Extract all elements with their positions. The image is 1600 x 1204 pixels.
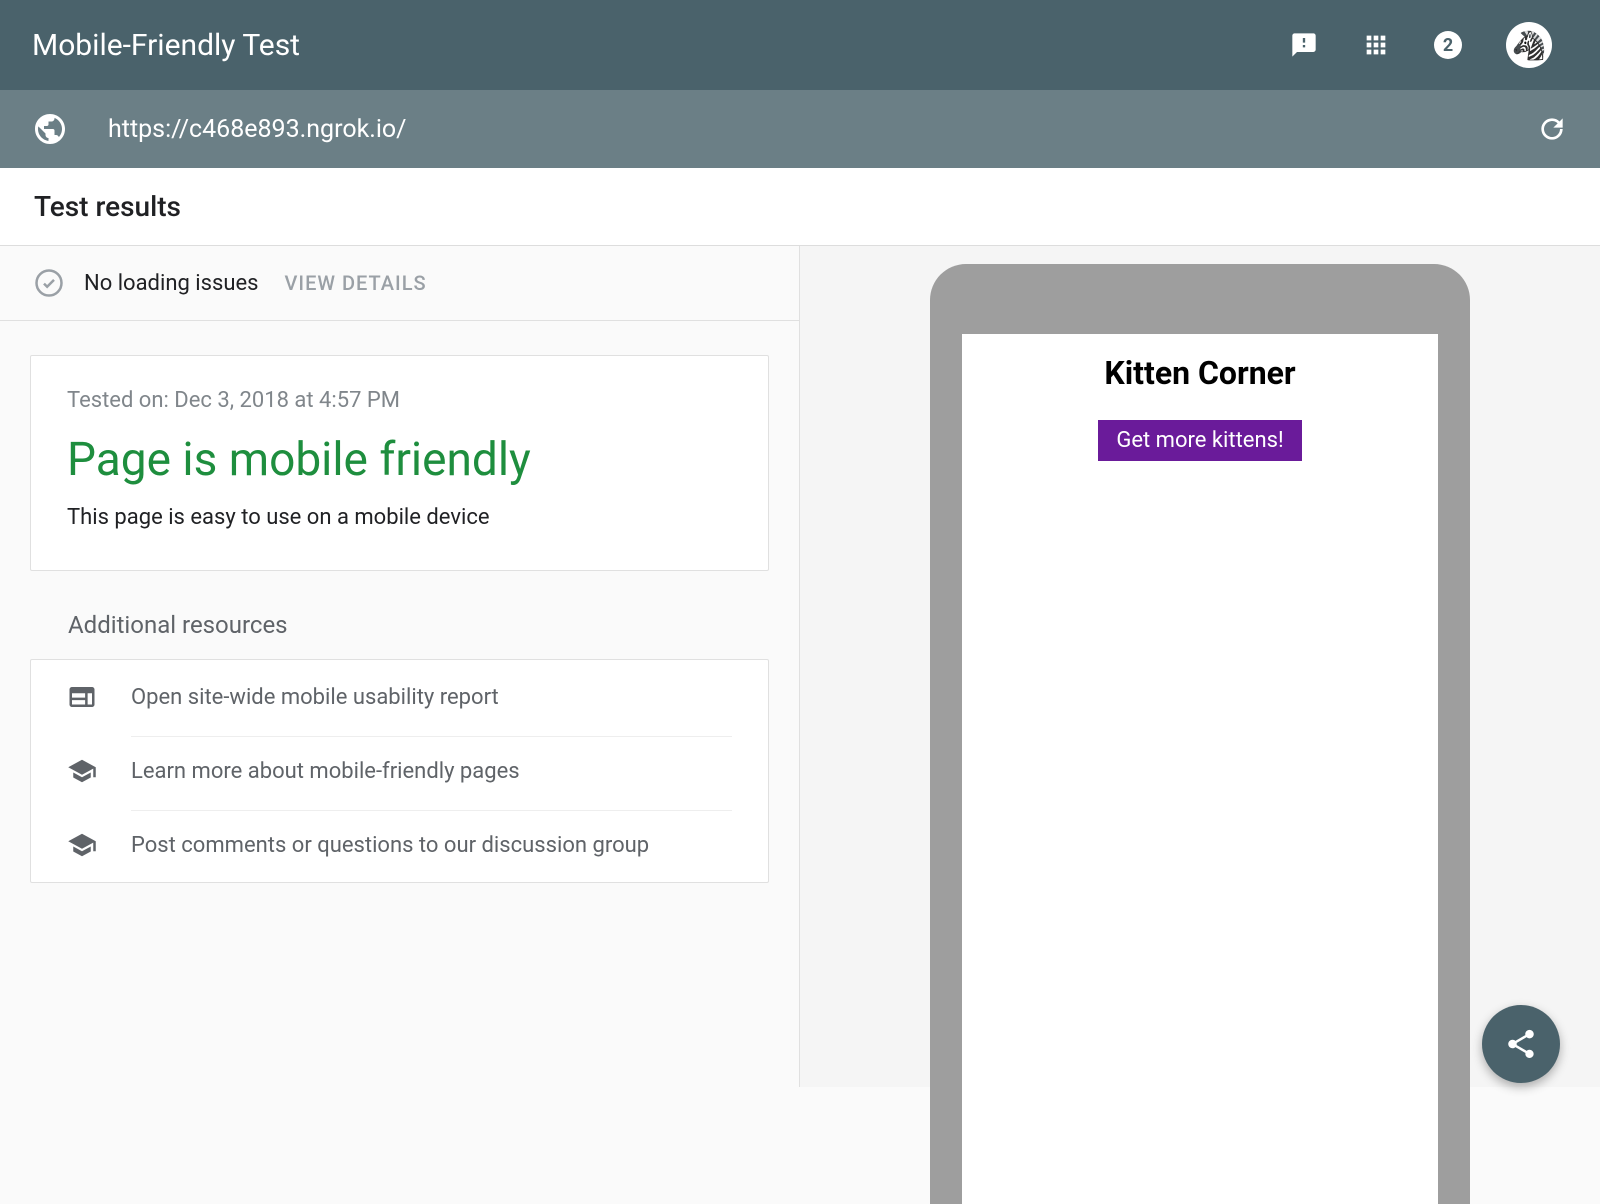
school-icon bbox=[67, 756, 97, 786]
resource-label: Learn more about mobile-friendly pages bbox=[131, 759, 520, 784]
school-icon bbox=[67, 830, 97, 860]
tested-on-text: Tested on: Dec 3, 2018 at 4:57 PM bbox=[67, 388, 732, 413]
preview-button: Get more kittens! bbox=[1098, 420, 1301, 461]
notifications-badge[interactable]: 2 bbox=[1434, 31, 1462, 59]
resource-row-discussion[interactable]: Post comments or questions to our discus… bbox=[31, 808, 768, 882]
loading-status-row: No loading issues VIEW DETAILS bbox=[0, 246, 799, 321]
result-subline: This page is easy to use on a mobile dev… bbox=[67, 505, 732, 530]
results-bar: Test results bbox=[0, 168, 1600, 246]
web-icon bbox=[67, 682, 97, 712]
loading-status-text: No loading issues bbox=[84, 271, 259, 296]
resource-label: Post comments or questions to our discus… bbox=[131, 833, 649, 858]
app-title: Mobile-Friendly Test bbox=[32, 28, 1290, 63]
left-pane: No loading issues VIEW DETAILS Tested on… bbox=[0, 246, 800, 1087]
view-details-button[interactable]: VIEW DETAILS bbox=[285, 271, 427, 295]
globe-icon bbox=[32, 111, 68, 147]
feedback-icon[interactable] bbox=[1290, 31, 1318, 59]
account-avatar[interactable]: 🦓 bbox=[1506, 22, 1552, 68]
right-pane: Kitten Corner Get more kittens! bbox=[800, 246, 1600, 1087]
resource-row-learn-more[interactable]: Learn more about mobile-friendly pages bbox=[31, 734, 768, 808]
resources-title: Additional resources bbox=[68, 611, 799, 639]
result-card: Tested on: Dec 3, 2018 at 4:57 PM Page i… bbox=[30, 355, 769, 571]
share-fab[interactable] bbox=[1482, 1005, 1560, 1083]
refresh-icon[interactable] bbox=[1536, 113, 1568, 145]
main-content: No loading issues VIEW DETAILS Tested on… bbox=[0, 246, 1600, 1087]
phone-screen: Kitten Corner Get more kittens! bbox=[962, 334, 1438, 1204]
check-circle-icon bbox=[34, 268, 64, 298]
app-bar: Mobile-Friendly Test 2 🦓 bbox=[0, 0, 1600, 90]
url-text[interactable]: https://c468e893.ngrok.io/ bbox=[108, 115, 1536, 144]
preview-page-title: Kitten Corner bbox=[962, 354, 1438, 392]
apps-icon[interactable] bbox=[1362, 31, 1390, 59]
url-bar: https://c468e893.ngrok.io/ bbox=[0, 90, 1600, 168]
phone-frame: Kitten Corner Get more kittens! bbox=[930, 264, 1470, 1204]
resource-row-usability-report[interactable]: Open site-wide mobile usability report bbox=[31, 660, 768, 734]
app-actions: 2 🦓 bbox=[1290, 22, 1568, 68]
results-heading: Test results bbox=[34, 190, 1566, 223]
resource-label: Open site-wide mobile usability report bbox=[131, 685, 499, 710]
share-icon bbox=[1504, 1027, 1538, 1061]
result-headline: Page is mobile friendly bbox=[67, 433, 732, 487]
resources-card: Open site-wide mobile usability report L… bbox=[30, 659, 769, 883]
